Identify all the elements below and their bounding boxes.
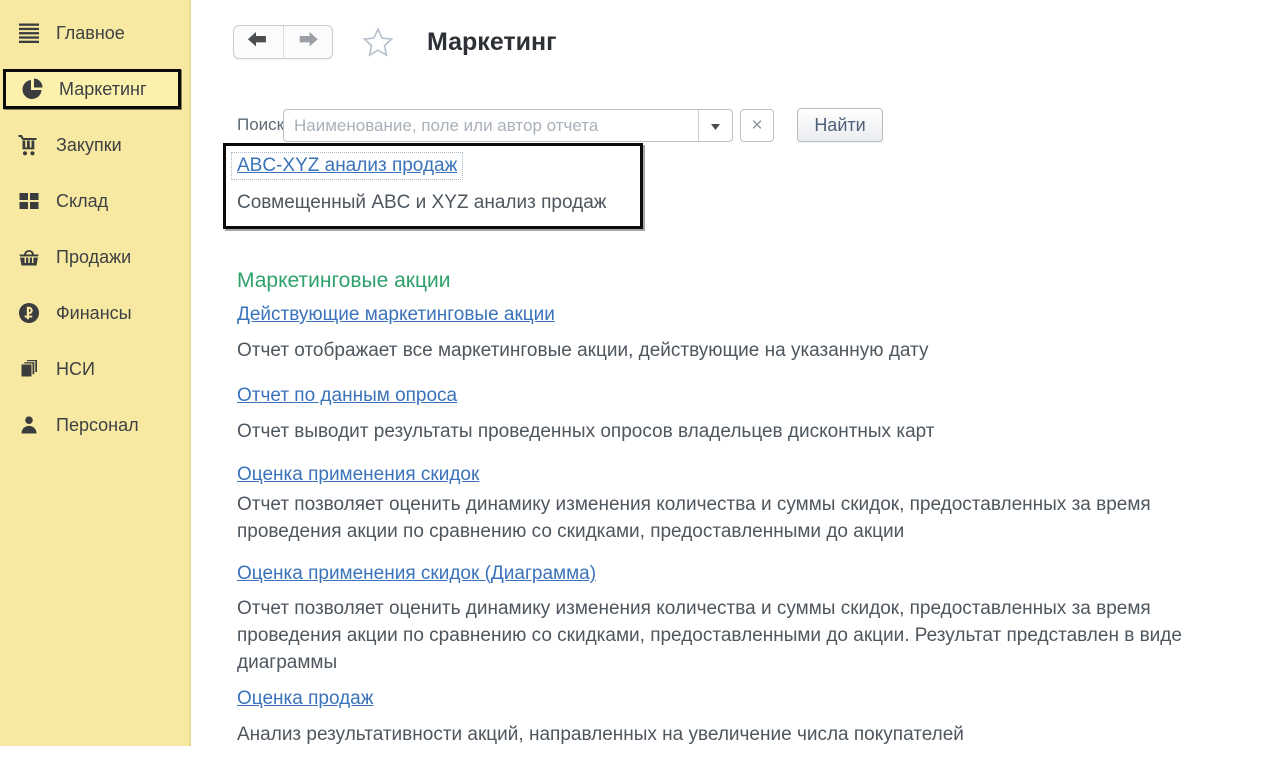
page-title: Маркетинг: [427, 28, 557, 57]
sidebar-item-nsi[interactable]: НСИ: [6, 349, 181, 389]
focused-report-link-box: ABC-XYZ анализ продаж: [231, 152, 463, 180]
sidebar-item-finansy[interactable]: Финансы: [6, 293, 181, 333]
person-icon: [16, 412, 42, 438]
section-heading: Маркетинговые акции: [237, 269, 450, 293]
back-arrow-icon: [247, 32, 269, 53]
back-button[interactable]: [234, 26, 283, 58]
report-description: Анализ результативности акций, направлен…: [237, 721, 1222, 748]
find-button-label: Найти: [814, 115, 865, 136]
sidebar-item-label: Склад: [56, 191, 108, 212]
favorite-star-button[interactable]: [362, 27, 394, 58]
search-label: Поиск:: [237, 115, 289, 135]
forward-arrow-icon: [297, 32, 319, 53]
report-link-survey-data[interactable]: Отчет по данным опроса: [237, 385, 457, 407]
menu-icon: [16, 20, 42, 46]
stacked-pages-icon: [16, 356, 42, 382]
report-description: Отчет выводит результаты проведенных опр…: [237, 418, 1222, 445]
report-link-discount-estimate-chart[interactable]: Оценка применения скидок (Диаграмма): [237, 563, 596, 585]
shopping-cart-icon: [16, 132, 42, 158]
report-description: Отчет отображает все маркетинговые акции…: [237, 337, 1222, 364]
sidebar-item-zakupki[interactable]: Закупки: [6, 125, 181, 165]
history-nav-group: [233, 25, 333, 59]
sidebar-item-label: Финансы: [56, 303, 132, 324]
find-button[interactable]: Найти: [797, 108, 883, 142]
report-link-discount-estimate[interactable]: Оценка применения скидок: [237, 464, 479, 486]
report-link-abc-xyz[interactable]: ABC-XYZ анализ продаж: [237, 155, 457, 176]
search-input[interactable]: [284, 110, 698, 141]
sidebar-item-prodazhi[interactable]: Продажи: [6, 237, 181, 277]
sidebar-item-label: Закупки: [56, 135, 122, 156]
report-description: Совмещенный ABC и XYZ анализ продаж: [237, 189, 1222, 216]
sidebar-item-personal[interactable]: Персонал: [6, 405, 181, 445]
sidebar: Главное Маркетинг Закупки Склад Продажи …: [0, 0, 191, 746]
report-link-active-promotions[interactable]: Действующие маркетинговые акции: [237, 304, 555, 326]
sidebar-item-marketing[interactable]: Маркетинг: [3, 69, 181, 109]
forward-button[interactable]: [283, 26, 333, 58]
report-description: Отчет позволяет оценить динамику изменен…: [237, 491, 1222, 545]
warehouse-grid-icon: [16, 188, 42, 214]
sidebar-item-label: Продажи: [56, 247, 131, 268]
search-clear-button[interactable]: ×: [740, 109, 774, 142]
clear-icon: ×: [751, 116, 762, 135]
ruble-coin-icon: [16, 300, 42, 326]
sidebar-item-sklad[interactable]: Склад: [6, 181, 181, 221]
pie-chart-icon: [19, 76, 45, 102]
report-description: Отчет позволяет оценить динамику изменен…: [237, 595, 1222, 676]
basket-icon: [16, 244, 42, 270]
star-outline-icon: [362, 45, 394, 62]
search-field: [283, 109, 733, 142]
sidebar-item-glavnoe[interactable]: Главное: [6, 13, 181, 53]
sidebar-item-label: Главное: [56, 23, 125, 44]
sidebar-item-label: Персонал: [56, 415, 139, 436]
chevron-down-icon: [711, 117, 720, 135]
search-dropdown-button[interactable]: [698, 110, 732, 141]
report-link-sales-estimate[interactable]: Оценка продаж: [237, 688, 373, 710]
sidebar-item-label: Маркетинг: [59, 79, 147, 100]
sidebar-item-label: НСИ: [56, 359, 95, 380]
